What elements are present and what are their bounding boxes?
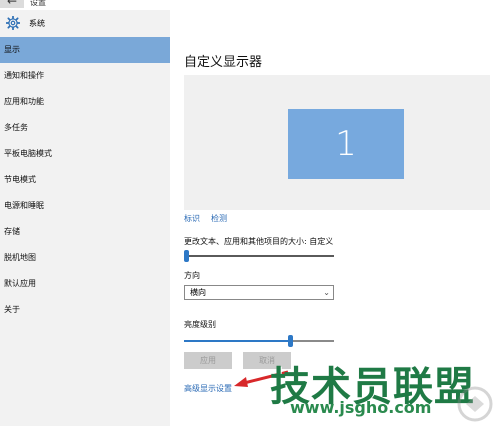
window-title: 设置 [30, 0, 46, 7]
brightness-slider-fill [184, 340, 289, 342]
sidebar: 系统 显示 通知和操作 应用和功能 多任务 平板电脑模式 节电模式 电源和睡眠 … [0, 10, 170, 426]
monitor-tile[interactable]: 1 [288, 109, 404, 179]
sidebar-nav: 显示 通知和操作 应用和功能 多任务 平板电脑模式 节电模式 电源和睡眠 存储 … [0, 37, 170, 323]
scale-slider-thumb[interactable] [184, 250, 189, 262]
sidebar-item-multitasking[interactable]: 多任务 [0, 115, 170, 141]
orientation-value: 横向 [190, 288, 206, 297]
orientation-dropdown[interactable]: 横向 ⌄ [184, 285, 334, 300]
chevron-down-icon: ⌄ [323, 288, 330, 297]
brightness-slider-thumb[interactable] [288, 335, 294, 347]
title-bar: ← 设置 [0, 0, 500, 10]
sidebar-item-display[interactable]: 显示 [0, 37, 170, 63]
sidebar-item-power-sleep[interactable]: 电源和睡眠 [0, 193, 170, 219]
sidebar-header-label: 系统 [29, 19, 45, 28]
sidebar-item-default-apps[interactable]: 默认应用 [0, 271, 170, 297]
sidebar-item-notifications[interactable]: 通知和操作 [0, 63, 170, 89]
display-arrangement-area: 1 [184, 75, 490, 210]
sidebar-item-battery-saver[interactable]: 节电模式 [0, 167, 170, 193]
sidebar-header: 系统 [0, 12, 170, 34]
sidebar-item-apps-features[interactable]: 应用和功能 [0, 89, 170, 115]
back-button[interactable]: ← [0, 0, 24, 8]
orientation-label: 方向 [184, 271, 200, 280]
watermark-url: www.jsgho.com [290, 398, 432, 417]
sidebar-item-about[interactable]: 关于 [0, 297, 170, 323]
sidebar-item-tablet-mode[interactable]: 平板电脑模式 [0, 141, 170, 167]
sidebar-item-offline-maps[interactable]: 脱机地图 [0, 245, 170, 271]
scale-slider-track[interactable] [184, 255, 334, 257]
apply-button[interactable]: 应用 [184, 352, 232, 369]
page-title: 自定义显示器 [184, 55, 263, 70]
sidebar-item-storage[interactable]: 存储 [0, 219, 170, 245]
scale-label: 更改文本、应用和其他项目的大小: 自定义 [184, 237, 334, 246]
brightness-label: 亮度级别 [184, 320, 216, 329]
advanced-display-settings-link[interactable]: 高级显示设置 [184, 383, 232, 394]
identify-link[interactable]: 标识 [184, 213, 200, 224]
detect-link[interactable]: 检测 [211, 213, 227, 224]
gear-icon [6, 16, 20, 30]
watermark-logo [457, 386, 493, 422]
